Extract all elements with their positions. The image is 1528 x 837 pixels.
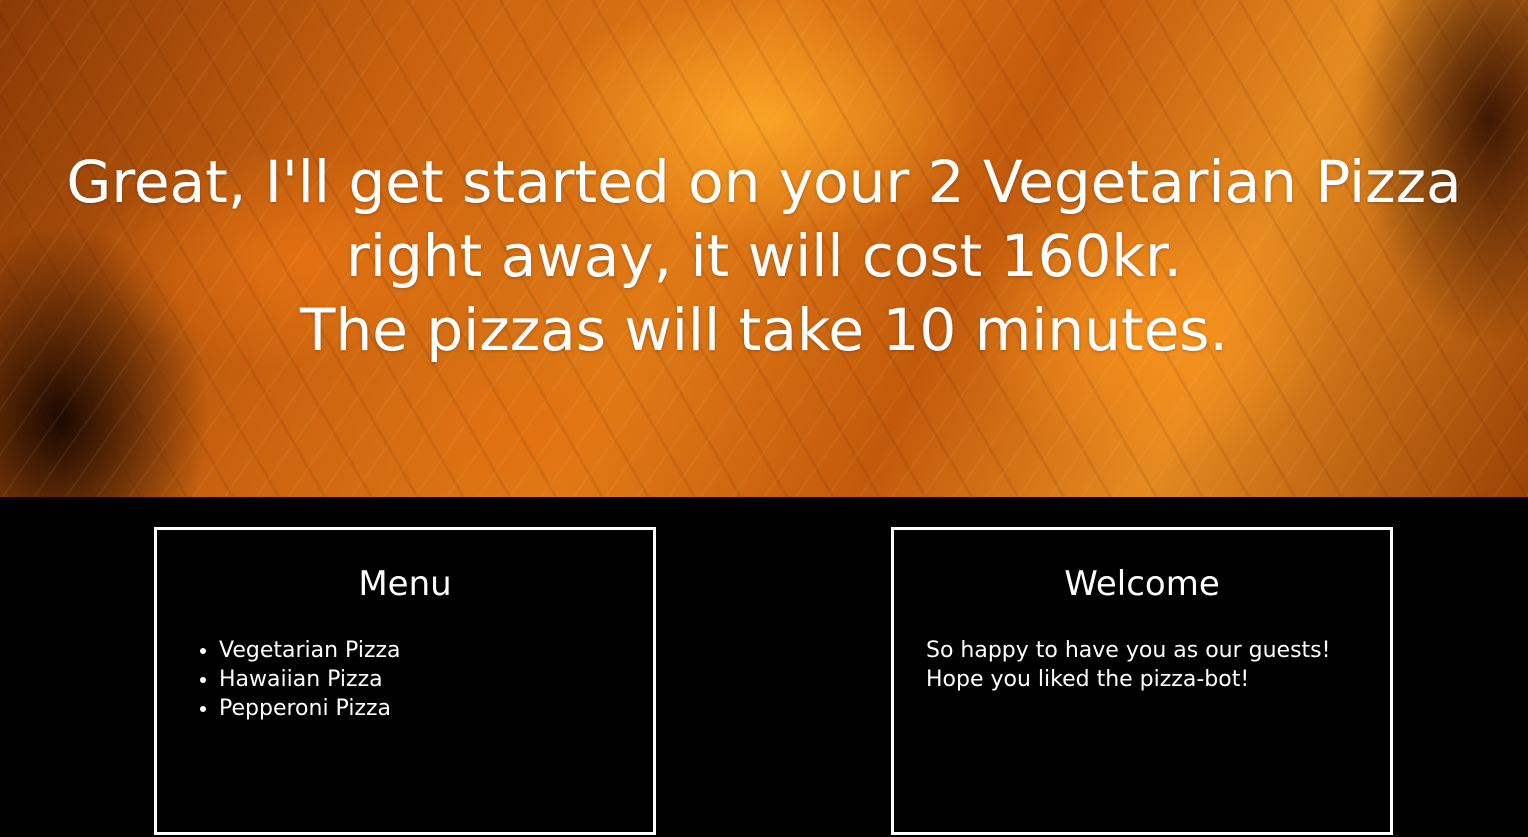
welcome-line: So happy to have you as our guests! bbox=[926, 638, 1331, 663]
menu-item: Pepperoni Pizza bbox=[219, 694, 653, 723]
menu-list: Vegetarian Pizza Hawaiian Pizza Pepperon… bbox=[157, 636, 653, 723]
welcome-line: Hope you liked the pizza-bot! bbox=[926, 667, 1250, 692]
welcome-card: Welcome So happy to have you as our gues… bbox=[891, 527, 1393, 835]
menu-item: Vegetarian Pizza bbox=[219, 636, 653, 665]
bot-response-line: The pizzas will take 10 minutes. bbox=[300, 296, 1228, 364]
menu-item: Hawaiian Pizza bbox=[219, 665, 653, 694]
menu-title: Menu bbox=[358, 564, 452, 604]
bot-response-message: Great, I'll get started on your 2 Vegeta… bbox=[20, 145, 1508, 367]
menu-card: Menu Vegetarian Pizza Hawaiian Pizza Pep… bbox=[154, 527, 656, 835]
bot-response-line: right away, it will cost 160kr. bbox=[346, 222, 1182, 290]
bot-response-line: Great, I'll get started on your 2 Vegeta… bbox=[66, 148, 1462, 216]
welcome-title: Welcome bbox=[1064, 564, 1220, 604]
welcome-message: So happy to have you as our guests! Hope… bbox=[926, 636, 1390, 694]
hero-banner: Great, I'll get started on your 2 Vegeta… bbox=[0, 0, 1528, 497]
